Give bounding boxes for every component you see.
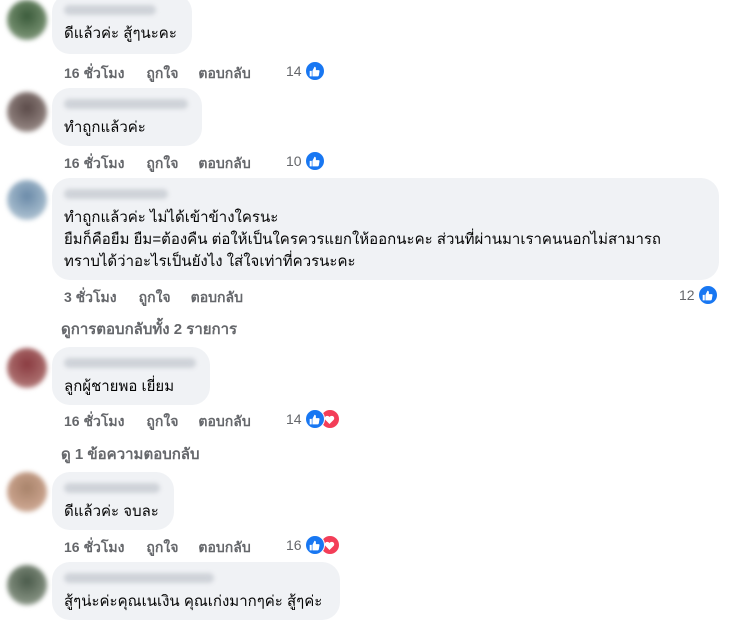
reaction-number: 12 xyxy=(679,287,695,303)
comment-time[interactable]: 16 ชั่วโมง xyxy=(64,63,124,85)
like-button[interactable]: ถูกใจ xyxy=(146,411,178,433)
comment-bubble: ดีแล้วค่ะ จบละ xyxy=(52,472,174,530)
commenter-name[interactable] xyxy=(64,358,196,368)
reaction-count[interactable]: 12 xyxy=(679,285,718,305)
avatar[interactable] xyxy=(7,565,47,605)
reaction-count[interactable]: 16 xyxy=(286,535,340,555)
avatar[interactable] xyxy=(7,472,47,512)
like-button[interactable]: ถูกใจ xyxy=(146,537,178,559)
comment-time[interactable]: 3 ชั่วโมง xyxy=(64,287,117,309)
comment-text: ดีแล้วค่ะ จบละ xyxy=(64,503,159,520)
comment-text: สู้ๆน่ะค่ะคุณเนเงิน คุณเก่งมากๆค่ะ สู้ๆค… xyxy=(64,593,323,610)
reaction-number: 10 xyxy=(286,153,302,169)
like-icon xyxy=(697,285,718,305)
reaction-count[interactable]: 14 xyxy=(286,409,340,429)
commenter-name[interactable] xyxy=(64,189,168,199)
comment-actions: 16 ชั่วโมง ถูกใจ ตอบกลับ xyxy=(64,153,251,175)
commenter-name[interactable] xyxy=(64,483,160,493)
comment-actions: 16 ชั่วโมง ถูกใจ ตอบกลับ xyxy=(64,63,251,85)
like-icon xyxy=(304,61,325,81)
comment-text-line: ยืมก็คือยืม ยืม=ต้องคืน ต่อให้เป็นใครควร… xyxy=(64,231,662,248)
like-button[interactable]: ถูกใจ xyxy=(146,63,178,85)
avatar[interactable] xyxy=(7,92,47,132)
comment-text: ลูกผู้ชายพอ เยี่ยม xyxy=(64,378,175,395)
comment-text-line: ทราบได้ว่าอะไรเป็นยังไง ใส่ใจเท่าที่ควรน… xyxy=(64,253,356,270)
comment-bubble: ทำถูกแล้วค่ะ xyxy=(52,88,202,146)
comment-actions: 16 ชั่วโมง ถูกใจ ตอบกลับ xyxy=(64,411,251,433)
reaction-number: 16 xyxy=(286,537,302,553)
comment-text-line: ทำถูกแล้วค่ะ ไม่ได้เข้าข้างใครนะ xyxy=(64,209,279,226)
reply-button[interactable]: ตอบกลับ xyxy=(198,411,250,433)
like-icon xyxy=(304,535,325,555)
reaction-number: 14 xyxy=(286,411,302,427)
comment-time[interactable]: 16 ชั่วโมง xyxy=(64,537,124,559)
view-replies-link[interactable]: ดู 1 ข้อความตอบกลับ xyxy=(61,442,200,466)
avatar[interactable] xyxy=(7,348,47,388)
comment-bubble: ลูกผู้ชายพอ เยี่ยม xyxy=(52,347,210,405)
comment-bubble: ทำถูกแล้วค่ะ ไม่ได้เข้าข้างใครนะ ยืมก็คื… xyxy=(52,178,719,280)
comment-time[interactable]: 16 ชั่วโมง xyxy=(64,411,124,433)
reply-button[interactable]: ตอบกลับ xyxy=(198,153,250,175)
comment-text: ทำถูกแล้วค่ะ xyxy=(64,119,146,136)
comment-bubble: สู้ๆน่ะค่ะคุณเนเงิน คุณเก่งมากๆค่ะ สู้ๆค… xyxy=(52,562,340,620)
comment-text: ดีแล้วค่ะ สู้ๆนะคะ xyxy=(64,25,177,42)
reply-button[interactable]: ตอบกลับ xyxy=(198,537,250,559)
avatar[interactable] xyxy=(7,0,47,40)
reaction-number: 14 xyxy=(286,63,302,79)
avatar[interactable] xyxy=(7,180,47,220)
reaction-count[interactable]: 14 xyxy=(286,61,325,81)
reaction-count[interactable]: 10 xyxy=(286,151,325,171)
reply-button[interactable]: ตอบกลับ xyxy=(198,63,250,85)
commenter-name[interactable] xyxy=(64,5,156,15)
commenter-name[interactable] xyxy=(64,573,214,583)
view-replies-link[interactable]: ดูการตอบกลับทั้ง 2 รายการ xyxy=(61,317,237,341)
comment-actions: 3 ชั่วโมง ถูกใจ ตอบกลับ xyxy=(64,287,243,309)
like-icon xyxy=(304,151,325,171)
reply-button[interactable]: ตอบกลับ xyxy=(191,287,243,309)
like-button[interactable]: ถูกใจ xyxy=(139,287,171,309)
like-icon xyxy=(304,409,325,429)
commenter-name[interactable] xyxy=(64,99,188,109)
comment-bubble: ดีแล้วค่ะ สู้ๆนะคะ xyxy=(52,0,192,54)
comment-time[interactable]: 16 ชั่วโมง xyxy=(64,153,124,175)
comment-actions: 16 ชั่วโมง ถูกใจ ตอบกลับ xyxy=(64,537,251,559)
like-button[interactable]: ถูกใจ xyxy=(146,153,178,175)
